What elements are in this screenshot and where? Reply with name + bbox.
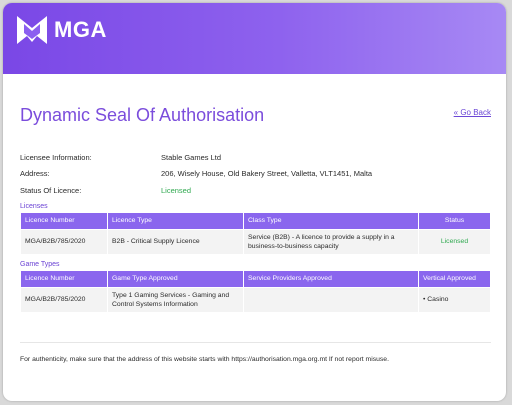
game-types-section-label: Game Types <box>20 260 60 268</box>
info-value: 206, Wisely House, Old Bakery Street, Va… <box>161 169 373 179</box>
table-row: MGA/B2B/785/2020 B2B - Critical Supply L… <box>20 228 491 255</box>
authenticity-notice: For authenticity, make sure that the add… <box>20 355 389 363</box>
table-cell: MGA/B2B/785/2020 <box>20 286 108 313</box>
table-cell: Type 1 Gaming Services - Gaming and Cont… <box>107 286 244 313</box>
site-header: MGA <box>3 3 506 74</box>
table-header-row: Licence Number Licence Type Class Type S… <box>20 211 491 230</box>
licenses-section-label: Licenses <box>20 202 48 210</box>
status-value: Licensed <box>161 185 192 195</box>
column-header: Class Type <box>243 211 419 230</box>
mga-logo-icon <box>17 16 47 44</box>
column-header: Licence Number <box>20 211 108 230</box>
table-cell: B2B - Critical Supply Licence <box>107 228 244 255</box>
table-cell: • Casino <box>418 286 491 313</box>
column-header: Vertical Approved <box>418 269 491 288</box>
column-header: Service Providers Approved <box>243 269 419 288</box>
go-back-link[interactable]: « Go Back <box>454 108 491 117</box>
table-row: MGA/B2B/785/2020 Type 1 Gaming Services … <box>20 286 491 313</box>
info-row-status: Status Of Licence: Licensed <box>20 182 494 199</box>
info-row-address: Address: 206, Wisely House, Old Bakery S… <box>20 166 494 183</box>
mga-logo[interactable]: MGA <box>17 16 107 44</box>
table-cell <box>243 286 419 313</box>
info-value: Stable Games Ltd <box>161 152 222 162</box>
browser-window: MGA Dynamic Seal Of Authorisation « Go B… <box>3 3 506 401</box>
licenses-table: Licence Number Licence Type Class Type S… <box>20 211 491 255</box>
table-cell: MGA/B2B/785/2020 <box>20 228 108 255</box>
status-cell: Licensed <box>418 228 491 255</box>
info-label: Licensee Information: <box>20 152 92 162</box>
table-header-row: Licence Number Game Type Approved Servic… <box>20 269 491 288</box>
column-header: Licence Type <box>107 211 244 230</box>
table-cell: Service (B2B) - A licence to provide a s… <box>243 228 419 255</box>
column-header: Game Type Approved <box>107 269 244 288</box>
info-row-licensee: Licensee Information: Stable Games Ltd <box>20 149 494 166</box>
column-header: Status <box>418 211 491 230</box>
info-label: Address: <box>20 169 50 179</box>
main-content: Dynamic Seal Of Authorisation « Go Back … <box>3 74 506 363</box>
game-types-table: Licence Number Game Type Approved Servic… <box>20 269 491 313</box>
page-title: Dynamic Seal Of Authorisation <box>20 105 265 125</box>
title-row: Dynamic Seal Of Authorisation « Go Back <box>20 74 494 128</box>
info-label: Status Of Licence: <box>20 185 82 195</box>
divider <box>20 341 491 343</box>
brand-name: MGA <box>54 17 107 42</box>
column-header: Licence Number <box>20 269 108 288</box>
licensee-info: Licensee Information: Stable Games Ltd A… <box>20 149 494 199</box>
